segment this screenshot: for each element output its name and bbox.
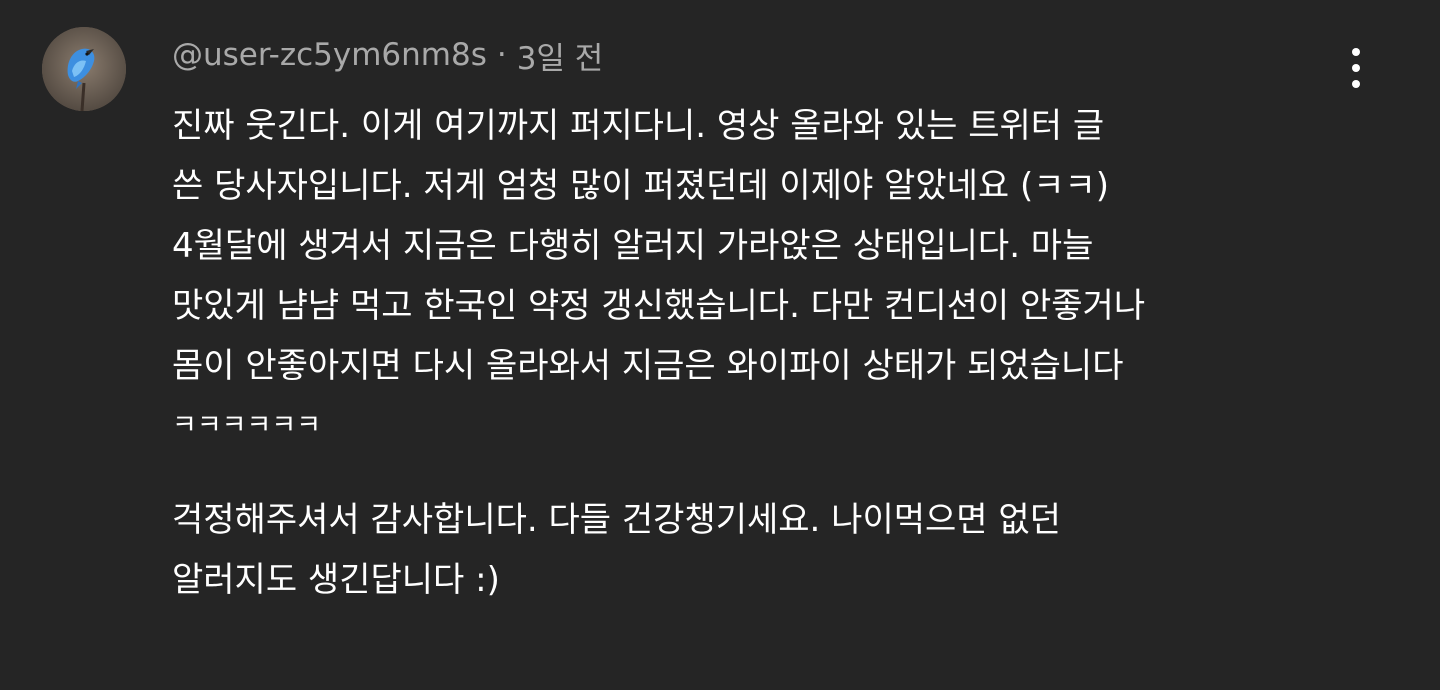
comment-line: 4월달에 생겨서 지금은 다행히 알러지 가라앉은 상태입니다. 마늘: [172, 226, 1094, 266]
comment-line: 몸이 안좋아지면 다시 올라와서 지금은 와이파이 상태가 되었습니다: [172, 346, 1124, 386]
comment-line: ㅋㅋㅋㅋㅋㅋ: [172, 410, 322, 441]
comment-line: 맛있게 냠냠 먹고 한국인 약정 갱신했습니다. 다만 컨디션이 안좋거나: [172, 286, 1146, 326]
bluebird-avatar-icon: [42, 27, 126, 111]
comment-line: 알러지도 생긴답니다 :): [172, 560, 500, 600]
comment-line: 진짜 웃긴다. 이게 여기까지 퍼지다니. 영상 올라와 있는 트위터 글: [172, 106, 1105, 146]
avatar[interactable]: [42, 27, 126, 111]
comment-timestamp[interactable]: 3일 전: [517, 33, 604, 78]
author-name[interactable]: @user-zc5ym6nm8s: [172, 37, 487, 73]
comment-header: @user-zc5ym6nm8s · 3일 전: [172, 30, 603, 80]
comment-card: @user-zc5ym6nm8s · 3일 전 진짜 웃긴다. 이게 여기까지 …: [0, 0, 1440, 690]
comment-line: 쓴 당사자입니다. 저게 엄청 많이 퍼졌던데 이제야 알았네요 (ㅋㅋ): [172, 166, 1110, 206]
comment-line: 걱정해주셔서 감사합니다. 다들 건강챙기세요. 나이먹으면 없던: [172, 500, 1061, 540]
vertical-ellipsis-icon: [1352, 48, 1360, 88]
comment-text: 진짜 웃긴다. 이게 여기까지 퍼지다니. 영상 올라와 있는 트위터 글 쓴 …: [172, 96, 1382, 610]
more-actions-button[interactable]: [1334, 42, 1378, 94]
meta-separator: ·: [496, 37, 507, 73]
